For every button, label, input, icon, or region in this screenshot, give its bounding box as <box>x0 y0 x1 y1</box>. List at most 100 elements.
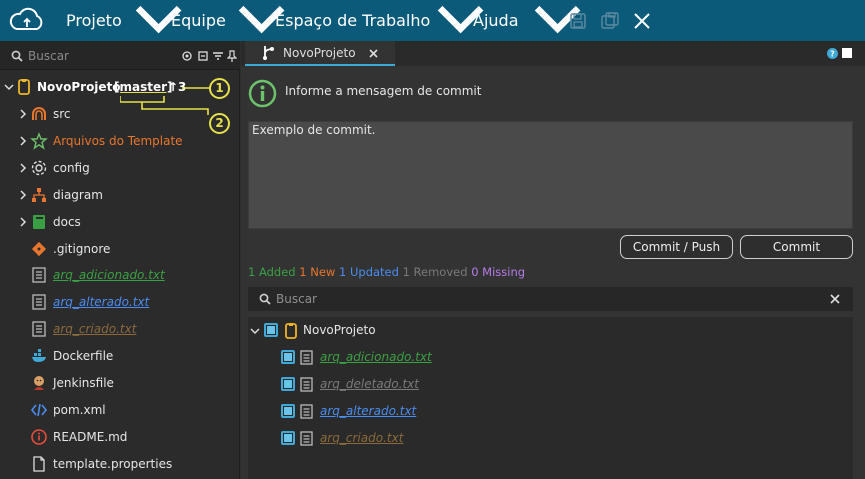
commit-push-button[interactable]: Commit / Push <box>620 235 733 259</box>
change-checkbox[interactable] <box>281 377 295 391</box>
text-file-icon <box>300 377 313 392</box>
text-file-icon <box>300 431 313 446</box>
text-file-icon <box>32 267 46 284</box>
tree-item[interactable]: arq_adicionado.txt <box>0 262 240 289</box>
chevron-right-icon[interactable] <box>18 163 28 173</box>
maximize-icon[interactable] <box>842 48 852 58</box>
tree-item[interactable]: template.properties <box>0 451 240 478</box>
change-row[interactable]: arq_deletado.txt <box>248 373 853 395</box>
tree-item[interactable]: src <box>0 101 240 128</box>
pin-icon[interactable] <box>227 50 237 62</box>
removed-count: 1 Removed <box>402 265 468 279</box>
docker-icon <box>32 349 46 363</box>
explorer-search[interactable]: Buscar <box>0 41 240 70</box>
project-icon <box>18 79 30 95</box>
change-checkbox[interactable] <box>281 431 295 445</box>
tree-item[interactable]: Dockerfile <box>0 343 240 370</box>
svg-text:?: ? <box>830 50 835 59</box>
tree-item[interactable]: arq_criado.txt <box>0 316 240 343</box>
save-all-icon[interactable] <box>601 12 619 30</box>
tree-item[interactable]: arq_alterado.txt <box>0 289 240 316</box>
tree-item[interactable]: pom.xml <box>0 397 240 424</box>
collapse-all-icon[interactable] <box>197 50 209 62</box>
tree-item-label: template.properties <box>53 456 173 471</box>
menu-ajuda-label: Ajuda <box>473 11 519 30</box>
tree-item-label: arq_adicionado.txt <box>53 268 165 283</box>
save-icon[interactable] <box>569 12 587 30</box>
menu-espaco-label: Espaço de Trabalho <box>275 11 431 30</box>
change-row[interactable]: arq_adicionado.txt <box>248 346 853 368</box>
clear-search-icon[interactable] <box>830 294 840 304</box>
chevron-down-icon[interactable] <box>250 326 260 336</box>
chevron-right-icon[interactable] <box>18 109 28 119</box>
book-icon <box>33 214 45 229</box>
tree-item-label: pom.xml <box>53 402 106 417</box>
tree-item[interactable]: README.md <box>0 424 240 451</box>
text-file-icon <box>300 350 313 365</box>
tree-item[interactable]: Jenkinsfile <box>0 370 240 397</box>
change-label: arq_adicionado.txt <box>320 350 432 364</box>
root-checkbox[interactable] <box>264 323 278 337</box>
changes-root-label: NovoProjeto <box>303 323 376 337</box>
jenkins-icon <box>34 376 44 390</box>
tab-novoprojeto[interactable]: NovoProjeto <box>245 41 395 66</box>
tree-item-label: docs <box>53 214 81 229</box>
tab-label: NovoProjeto <box>283 46 356 60</box>
new-count: 1 New <box>299 265 336 279</box>
change-checkbox[interactable] <box>281 350 295 364</box>
close-tab-icon[interactable] <box>369 49 378 58</box>
tree-item-label: diagram <box>53 187 103 202</box>
tree-item-label: src <box>53 107 71 121</box>
changes-search[interactable]: Buscar <box>248 287 853 311</box>
change-checkbox[interactable] <box>281 404 295 418</box>
chevron-right-icon[interactable] <box>18 136 28 146</box>
changes-root-row[interactable]: NovoProjeto <box>248 319 853 341</box>
file-icon <box>33 456 45 472</box>
text-file-icon <box>300 404 313 419</box>
tree-item-label: arq_criado.txt <box>53 322 137 337</box>
menu-projeto-label: Projeto <box>66 11 122 30</box>
locate-icon[interactable] <box>181 50 193 62</box>
menu-projeto[interactable]: Projeto <box>66 0 122 41</box>
cloud-logo-icon[interactable] <box>8 7 46 33</box>
commit-panel: NovoProjeto ? Informe a mensagem de comm… <box>241 41 865 479</box>
text-file-icon <box>32 321 46 337</box>
source-folder-icon <box>32 107 46 120</box>
help-icon[interactable]: ? <box>827 48 838 59</box>
menu-equipe-label: Equipe <box>171 11 226 30</box>
top-menu-bar: Projeto Equipe Espaço de Trabalho Ajuda <box>0 0 865 41</box>
missing-count: 0 Missing <box>471 265 526 279</box>
tree-item[interactable]: .gitignore <box>0 236 240 263</box>
tree-item-label: Jenkinsfile <box>53 376 114 390</box>
chevron-right-icon[interactable] <box>18 217 28 227</box>
tab-bar: NovoProjeto ? <box>241 41 865 66</box>
tree-item[interactable]: diagram <box>0 182 240 209</box>
commit-button[interactable]: Commit <box>740 235 853 259</box>
menu-espaco-de-trabalho[interactable]: Espaço de Trabalho <box>275 0 430 41</box>
change-row[interactable]: arq_criado.txt <box>248 427 853 449</box>
commit-message-textarea[interactable]: Exemplo de commit. <box>248 121 853 229</box>
chevron-right-icon[interactable] <box>18 190 28 200</box>
change-row[interactable]: arq_alterado.txt <box>248 400 853 422</box>
info-icon <box>31 428 47 445</box>
chevron-down-icon[interactable] <box>4 82 14 92</box>
commit-message-value: Exemplo de commit. <box>252 123 376 137</box>
tree-item[interactable]: docs <box>0 209 240 236</box>
tree-item[interactable]: Arquivos do Template <box>0 128 240 155</box>
close-icon[interactable] <box>633 12 651 30</box>
project-name: NovoProjeto <box>37 80 121 94</box>
added-count: 1 Added <box>248 265 296 279</box>
project-icon <box>285 323 297 339</box>
text-file-icon <box>32 294 46 310</box>
search-icon <box>259 293 271 305</box>
tree-item[interactable]: config <box>0 155 240 182</box>
callout-badge-1: 1 <box>209 78 230 99</box>
menu-equipe[interactable]: Equipe <box>171 0 226 41</box>
menu-ajuda[interactable]: Ajuda <box>473 0 519 41</box>
tree-item-label: Dockerfile <box>53 349 114 364</box>
tree-item-label: .gitignore <box>53 241 111 256</box>
git-icon <box>31 241 47 256</box>
tree-item-label: README.md <box>53 429 128 444</box>
filter-icon[interactable] <box>212 50 224 62</box>
change-label: arq_criado.txt <box>320 431 404 445</box>
